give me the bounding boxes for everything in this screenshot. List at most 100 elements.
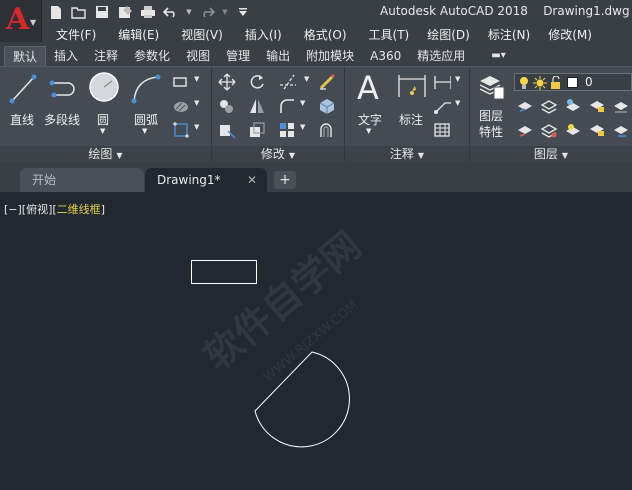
menu-dimension[interactable]: 标注(N) <box>480 26 538 44</box>
move-icon[interactable] <box>218 73 236 91</box>
polyline-button[interactable]: 多段线 <box>44 71 84 129</box>
arc-button[interactable]: 圆弧 ▼ <box>128 71 164 135</box>
save-icon[interactable] <box>94 4 110 20</box>
array-icon[interactable] <box>278 121 296 139</box>
hatch-dropdown-icon[interactable]: ▼ <box>194 99 202 117</box>
tab-a360[interactable]: A360 <box>362 46 409 66</box>
layer-current-icon[interactable] <box>612 97 630 115</box>
annotation-panel-footer[interactable]: 注释 ▼ <box>345 146 469 163</box>
tab-featured-apps[interactable]: 精选应用 <box>409 46 473 66</box>
tab-addins[interactable]: 附加模块 <box>298 46 362 66</box>
app-name: Autodesk AutoCAD 2018 <box>380 4 528 18</box>
application-menu-button[interactable]: A ▼ <box>0 0 42 42</box>
layers-panel-footer[interactable]: 图层 ▼ <box>470 146 632 163</box>
tab-drawing1[interactable]: Drawing1* ✕ <box>145 168 267 192</box>
redo-icon[interactable] <box>199 4 215 20</box>
menu-file[interactable]: 文件(F) <box>48 26 104 44</box>
leader-icon[interactable] <box>433 97 451 115</box>
circle-button[interactable]: 圆 ▼ <box>88 71 120 135</box>
save-as-icon[interactable] <box>117 4 133 20</box>
layer-unlock-icon[interactable] <box>588 121 606 139</box>
trim-dropdown-icon[interactable]: ▼ <box>304 75 312 93</box>
rectangle-icon[interactable] <box>172 73 190 91</box>
line-button[interactable]: 直线 <box>6 71 40 129</box>
modify-panel-footer[interactable]: 修改 ▼ <box>212 146 344 163</box>
tab-output[interactable]: 输出 <box>258 46 298 66</box>
layer-properties-button[interactable]: 图层 特性 <box>476 71 510 143</box>
customize-icon[interactable] <box>235 4 251 20</box>
trim-icon[interactable] <box>278 73 296 91</box>
solid-edit-icon[interactable] <box>318 97 336 115</box>
fillet-icon[interactable] <box>278 97 296 115</box>
region-dropdown-icon[interactable]: ▼ <box>194 123 202 141</box>
layer-off-icon[interactable] <box>516 97 534 115</box>
close-icon[interactable]: ✕ <box>247 168 257 192</box>
menu-tools[interactable]: 工具(T) <box>361 26 418 44</box>
fillet-dropdown-icon[interactable]: ▼ <box>300 99 308 117</box>
rotate-icon[interactable] <box>248 73 266 91</box>
menu-insert[interactable]: 插入(I) <box>237 26 290 44</box>
tab-view[interactable]: 视图 <box>178 46 218 66</box>
chevron-down-icon: ▼ <box>288 151 296 160</box>
layer-isolate-icon[interactable] <box>540 97 558 115</box>
rectangle-dropdown-icon[interactable]: ▼ <box>194 75 202 93</box>
tab-annotate[interactable]: 注释 <box>86 46 126 66</box>
menu-draw[interactable]: 绘图(D) <box>419 26 478 44</box>
polyline-icon <box>49 80 75 98</box>
offset-icon[interactable] <box>318 121 336 139</box>
menu-edit[interactable]: 编辑(E) <box>110 26 167 44</box>
mirror-icon[interactable] <box>248 97 266 115</box>
tab-parametric[interactable]: 参数化 <box>126 46 178 66</box>
copy-icon[interactable] <box>218 97 236 115</box>
redo-dropdown-icon[interactable]: ▼ <box>222 4 228 20</box>
undo-icon[interactable] <box>163 4 179 20</box>
erase-icon[interactable] <box>318 73 336 91</box>
layers-panel: 图层 特性 0 图层 ▼ <box>470 67 632 163</box>
drawing-canvas[interactable]: [−][俯视][二维线框] 软件自学网 WWW.RJZXW.COM <box>0 192 632 490</box>
plot-icon[interactable] <box>140 4 156 20</box>
circle-dropdown-icon[interactable]: ▼ <box>100 127 105 135</box>
new-tab-button[interactable]: + <box>274 171 296 189</box>
region-icon[interactable] <box>172 121 190 139</box>
linear-dimension-icon[interactable] <box>433 73 451 91</box>
tab-manage[interactable]: 管理 <box>218 46 258 66</box>
current-layer-name: 0 <box>585 75 593 89</box>
tab-home[interactable]: 默认 <box>4 46 47 66</box>
arc-dropdown-icon[interactable]: ▼ <box>142 127 147 135</box>
lightbulb-icon <box>520 77 528 89</box>
leader-dropdown-icon[interactable]: ▼ <box>455 99 463 117</box>
text-dropdown-icon[interactable]: ▼ <box>366 127 371 135</box>
table-icon[interactable] <box>433 121 451 139</box>
hatch-icon[interactable] <box>172 97 190 115</box>
layer-properties-label-2: 特性 <box>479 125 504 139</box>
layer-walk-icon[interactable] <box>564 121 582 139</box>
dimension-button[interactable]: 标注 <box>395 71 429 129</box>
scale-icon[interactable] <box>248 121 266 139</box>
drawn-arc-shape[interactable] <box>254 351 350 448</box>
text-button[interactable]: A 文字 ▼ <box>353 69 387 135</box>
array-dropdown-icon[interactable]: ▼ <box>300 123 308 141</box>
linear-dimension-dropdown-icon[interactable]: ▼ <box>455 75 463 93</box>
layer-match-icon[interactable] <box>516 121 534 139</box>
open-icon[interactable] <box>71 4 87 20</box>
menu-format[interactable]: 格式(O) <box>296 26 355 44</box>
new-icon[interactable] <box>48 4 64 20</box>
draw-panel-footer[interactable]: 绘图 ▼ <box>0 146 211 163</box>
layer-freeze-icon[interactable] <box>564 97 582 115</box>
layer-previous-icon[interactable] <box>540 121 558 139</box>
menu-view[interactable]: 视图(V) <box>173 26 231 44</box>
autocad-logo-icon: A <box>6 2 30 37</box>
layer-dropdown[interactable]: 0 <box>514 73 632 91</box>
undo-dropdown-icon[interactable]: ▼ <box>186 4 192 20</box>
layer-lock-icon[interactable] <box>588 97 606 115</box>
tab-minimize-toggle[interactable]: ▬▾ <box>483 46 513 66</box>
circle-icon <box>89 72 119 102</box>
tab-start[interactable]: 开始 <box>20 168 144 192</box>
ribbon: 直线 多段线 圆 ▼ 圆弧 ▼ ▼ ▼ ▼ 绘图 ▼ ▼ ▼ ▼ 修改 ▼ A … <box>0 66 632 163</box>
menu-modify[interactable]: 修改(M) <box>540 26 600 44</box>
drawn-rectangle[interactable] <box>191 260 257 284</box>
stretch-icon[interactable] <box>218 121 236 139</box>
tab-insert[interactable]: 插入 <box>46 46 86 66</box>
layer-merge-icon[interactable] <box>612 121 630 139</box>
text-label: 文字 <box>358 113 383 127</box>
